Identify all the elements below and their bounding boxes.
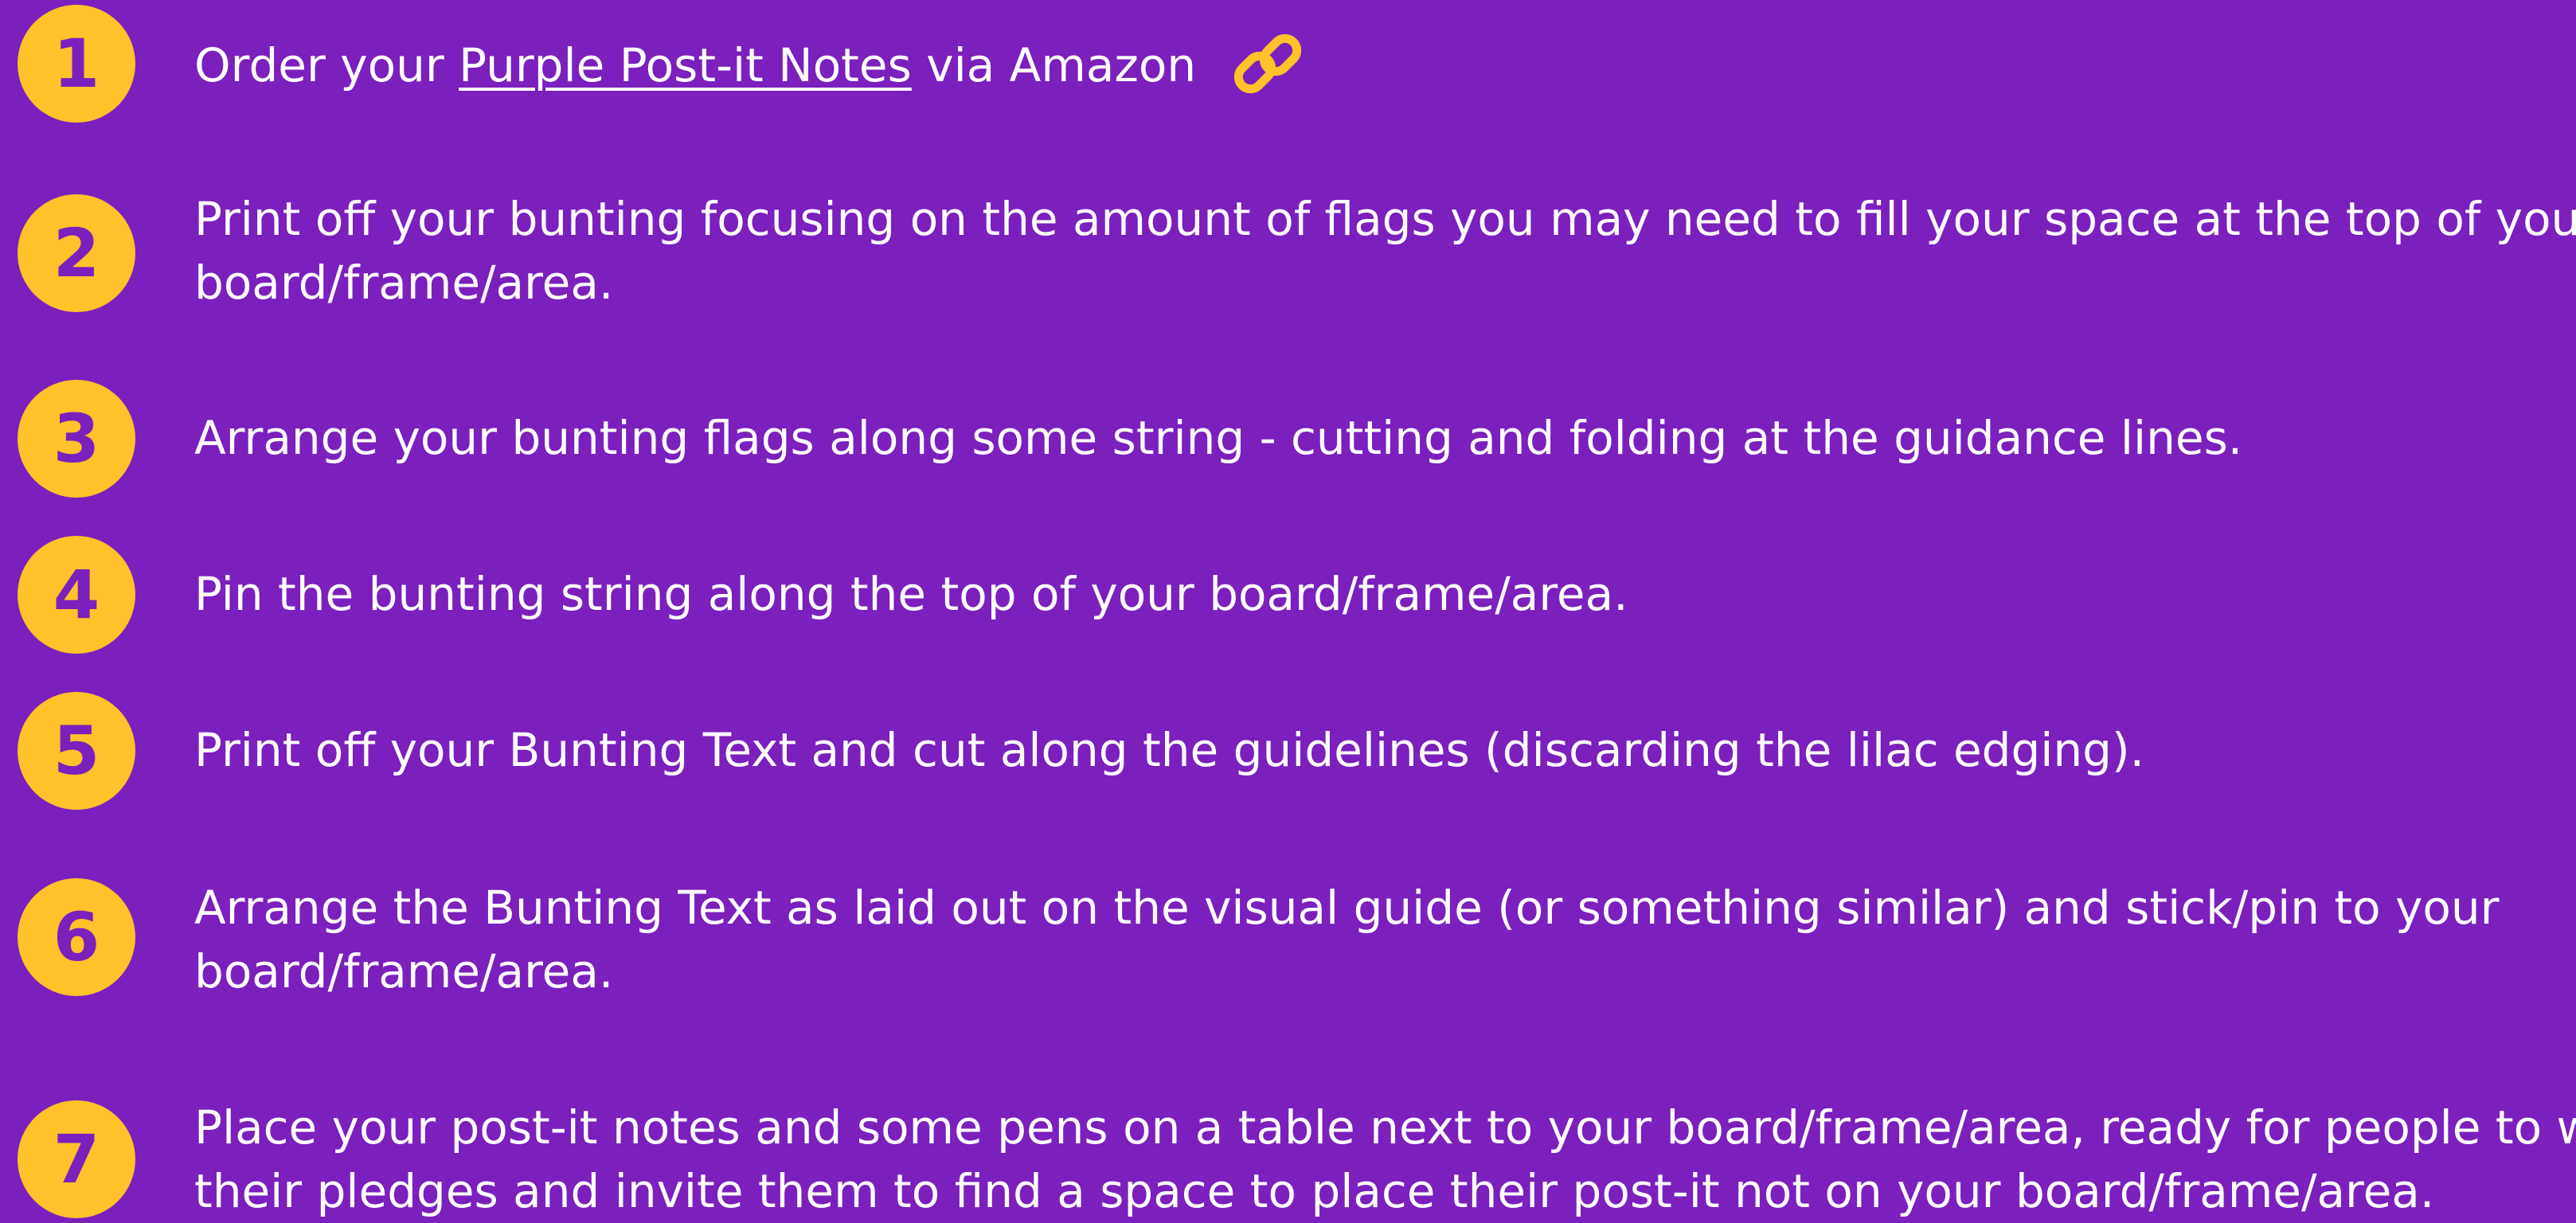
step-number-badge: 3: [18, 380, 135, 498]
step-text-line: Arrange your bunting flags along some st…: [194, 411, 2243, 465]
step-text-line: Place your post-it notes and some pens o…: [194, 1100, 2576, 1155]
step-text-after-link: via Amazon: [926, 38, 1197, 93]
chain-link-icon[interactable]: [1230, 26, 1305, 101]
step-number-badge: 7: [18, 1100, 135, 1218]
step-text-line: Pin the bunting string along the top of …: [194, 567, 1628, 621]
step-text: Arrange your bunting flags along some st…: [194, 406, 2567, 470]
step-number-badge: 2: [18, 194, 135, 312]
step-text: Print off your Bunting Text and cut alon…: [194, 718, 2567, 782]
step-number-badge: 5: [18, 692, 135, 810]
step-text: Arrange the Bunting Text as laid out on …: [194, 876, 2567, 1003]
step-text-line: Print off your bunting focusing on the a…: [194, 192, 2576, 246]
step-text-line: board/frame/area.: [194, 944, 614, 998]
step-text-line: Arrange the Bunting Text as laid out on …: [194, 881, 2500, 935]
step-text-line: Print off your Bunting Text and cut alon…: [194, 723, 2145, 777]
step-text-before-link: Order your: [194, 38, 444, 93]
step-text: Place your post-it notes and some pens o…: [194, 1096, 2576, 1223]
step-number-badge: 1: [18, 5, 135, 123]
step-text: Order your Purple Post-it Notes via Amaz…: [194, 31, 2567, 106]
step-text: Pin the bunting string along the top of …: [194, 562, 2567, 626]
step-text: Print off your bunting focusing on the a…: [194, 187, 2576, 315]
step-text-line: their pledges and invite them to find a …: [194, 1164, 2435, 1218]
purple-post-it-notes-link[interactable]: Purple Post-it Notes: [459, 38, 912, 92]
step-number-badge: 6: [18, 878, 135, 996]
step-number-badge: 4: [18, 536, 135, 654]
step-text-line: board/frame/area.: [194, 256, 614, 310]
